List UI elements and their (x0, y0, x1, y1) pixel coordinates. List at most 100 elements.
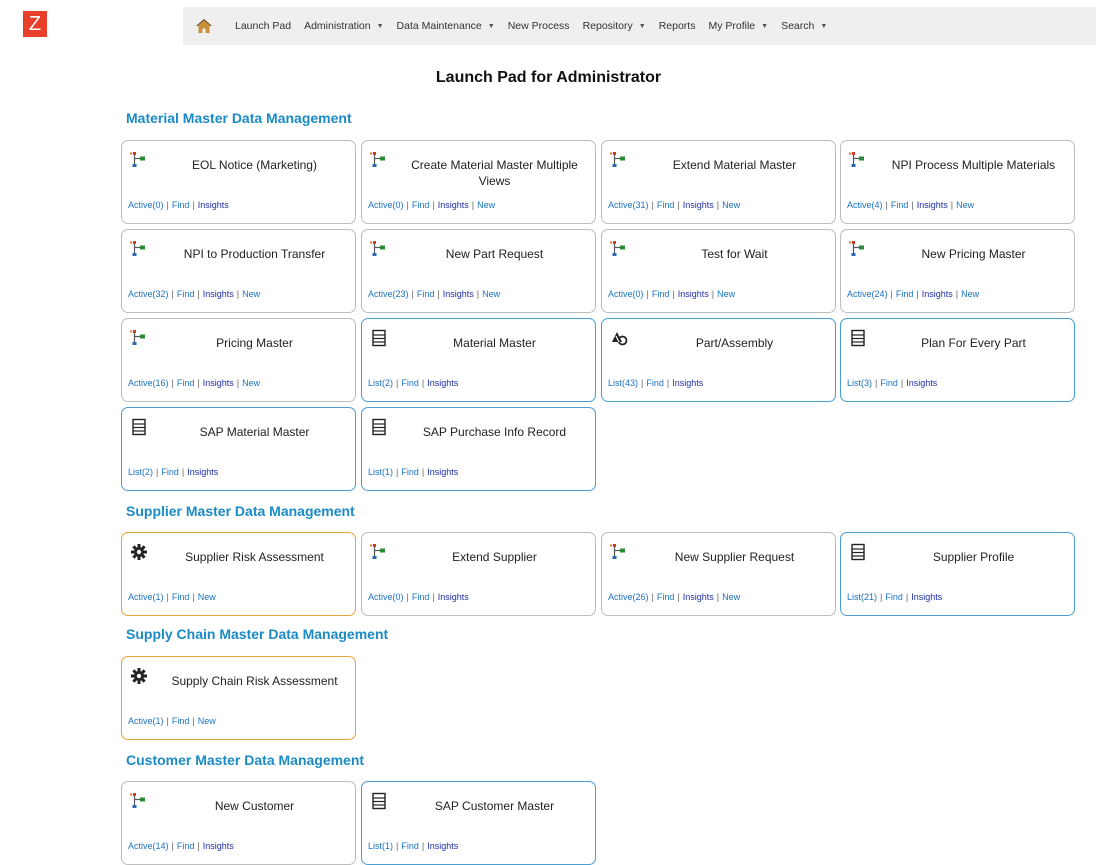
link-new[interactable]: New (482, 289, 500, 299)
card-test-for-wait[interactable]: Test for Wait Active(0) | Find | Insights | New (601, 229, 836, 313)
card-supply-chain-risk-assessment[interactable]: Supply Chain Risk Assessment Active(1) | Fi… (121, 656, 356, 740)
nav-data-maintenance[interactable]: Data Maintenance ▼ (397, 20, 495, 32)
card-extend-supplier[interactable]: Extend Supplier Active(0) | Find | Insights (361, 532, 596, 616)
link-new[interactable]: New (722, 592, 740, 602)
link-insights[interactable]: Insights (672, 378, 703, 388)
nav-launch-pad[interactable]: Launch Pad (235, 20, 291, 32)
link-insights[interactable]: Insights (427, 841, 458, 851)
home-icon[interactable] (195, 17, 213, 35)
link-find[interactable]: Find (885, 592, 903, 602)
link-new[interactable]: New (722, 200, 740, 210)
link-new[interactable]: New (477, 200, 495, 210)
card-npi-process-multiple-materials[interactable]: NPI Process Multiple Materials Active(4) |… (840, 140, 1075, 224)
link-find[interactable]: Find (177, 841, 195, 851)
link-insights[interactable]: Insights (443, 289, 474, 299)
link-insights[interactable]: Insights (203, 841, 234, 851)
link-new[interactable]: New (198, 592, 216, 602)
link-find[interactable]: Find (657, 592, 675, 602)
link-insights[interactable]: Insights (911, 592, 942, 602)
card-pricing-master[interactable]: Pricing Master Active(16) | Find | Insights | N… (121, 318, 356, 402)
card-new-part-request[interactable]: New Part Request Active(23) | Find | Insights… (361, 229, 596, 313)
link-active[interactable]: Active(4) (847, 200, 883, 210)
link-active[interactable]: Active(31) (608, 200, 649, 210)
link-find[interactable]: Find (177, 378, 195, 388)
link-insights[interactable]: Insights (427, 467, 458, 477)
link-find[interactable]: Find (646, 378, 664, 388)
app-logo[interactable]: Z (23, 11, 47, 37)
link-insights[interactable]: Insights (438, 592, 469, 602)
link-insights[interactable]: Insights (678, 289, 709, 299)
card-eol-notice-marketing[interactable]: EOL Notice (Marketing) Active(0) | Find | Ins… (121, 140, 356, 224)
card-new-customer[interactable]: New Customer Active(14) | Find | Insights (121, 781, 356, 865)
link-list[interactable]: List(2) (128, 467, 153, 477)
link-find[interactable]: Find (652, 289, 670, 299)
card-material-master[interactable]: Material Master List(2) | Find | Insights (361, 318, 596, 402)
card-supplier-risk-assessment[interactable]: Supplier Risk Assessment Active(1) | Find | N… (121, 532, 356, 616)
link-active[interactable]: Active(0) (608, 289, 644, 299)
link-insights[interactable]: Insights (906, 378, 937, 388)
link-insights[interactable]: Insights (203, 378, 234, 388)
link-active[interactable]: Active(0) (128, 200, 164, 210)
link-insights[interactable]: Insights (683, 592, 714, 602)
link-active[interactable]: Active(1) (128, 716, 164, 726)
card-create-material-master-multiple-views[interactable]: Create Material Master Multiple Views Act… (361, 140, 596, 224)
link-list[interactable]: List(3) (847, 378, 872, 388)
link-find[interactable]: Find (177, 289, 195, 299)
link-new[interactable]: New (961, 289, 979, 299)
link-list[interactable]: List(43) (608, 378, 638, 388)
link-insights[interactable]: Insights (438, 200, 469, 210)
nav-my-profile[interactable]: My Profile ▼ (708, 20, 768, 32)
link-find[interactable]: Find (412, 592, 430, 602)
link-active[interactable]: Active(1) (128, 592, 164, 602)
link-find[interactable]: Find (880, 378, 898, 388)
nav-new-process[interactable]: New Process (508, 20, 570, 32)
link-new[interactable]: New (242, 289, 260, 299)
card-new-supplier-request[interactable]: New Supplier Request Active(26) | Find | Insi… (601, 532, 836, 616)
link-active[interactable]: Active(14) (128, 841, 169, 851)
card-extend-material-master[interactable]: Extend Material Master Active(31) | Find | In… (601, 140, 836, 224)
link-find[interactable]: Find (657, 200, 675, 210)
card-supplier-profile[interactable]: Supplier Profile List(21) | Find | Insights (840, 532, 1075, 616)
link-insights[interactable]: Insights (187, 467, 218, 477)
link-insights[interactable]: Insights (427, 378, 458, 388)
link-list[interactable]: List(1) (368, 467, 393, 477)
nav-repository[interactable]: Repository ▼ (583, 20, 646, 32)
link-find[interactable]: Find (401, 841, 419, 851)
link-find[interactable]: Find (172, 592, 190, 602)
link-list[interactable]: List(2) (368, 378, 393, 388)
link-insights[interactable]: Insights (198, 200, 229, 210)
link-active[interactable]: Active(23) (368, 289, 409, 299)
link-new[interactable]: New (242, 378, 260, 388)
link-new[interactable]: New (717, 289, 735, 299)
link-insights[interactable]: Insights (922, 289, 953, 299)
link-insights[interactable]: Insights (917, 200, 948, 210)
link-new[interactable]: New (198, 716, 216, 726)
link-find[interactable]: Find (161, 467, 179, 477)
card-sap-customer-master[interactable]: SAP Customer Master List(1) | Find | Insights (361, 781, 596, 865)
link-active[interactable]: Active(0) (368, 592, 404, 602)
card-plan-for-every-part[interactable]: Plan For Every Part List(3) | Find | Insights (840, 318, 1075, 402)
link-active[interactable]: Active(26) (608, 592, 649, 602)
link-find[interactable]: Find (891, 200, 909, 210)
link-find[interactable]: Find (417, 289, 435, 299)
card-new-pricing-master[interactable]: New Pricing Master Active(24) | Find | Insigh… (840, 229, 1075, 313)
card-sap-purchase-info-record[interactable]: SAP Purchase Info Record List(1) | Find | Ins… (361, 407, 596, 491)
link-find[interactable]: Find (401, 467, 419, 477)
card-sap-material-master[interactable]: SAP Material Master List(2) | Find | Insights (121, 407, 356, 491)
link-insights[interactable]: Insights (203, 289, 234, 299)
nav-administration[interactable]: Administration ▼ (304, 20, 383, 32)
card-npi-to-production-transfer[interactable]: NPI to Production Transfer Active(32) | Fin… (121, 229, 356, 313)
link-find[interactable]: Find (412, 200, 430, 210)
link-find[interactable]: Find (401, 378, 419, 388)
link-active[interactable]: Active(0) (368, 200, 404, 210)
nav-search[interactable]: Search ▼ (781, 20, 827, 32)
link-find[interactable]: Find (172, 200, 190, 210)
link-find[interactable]: Find (172, 716, 190, 726)
link-active[interactable]: Active(16) (128, 378, 169, 388)
link-insights[interactable]: Insights (683, 200, 714, 210)
link-active[interactable]: Active(32) (128, 289, 169, 299)
link-list[interactable]: List(1) (368, 841, 393, 851)
link-find[interactable]: Find (896, 289, 914, 299)
link-new[interactable]: New (956, 200, 974, 210)
card-part-assembly[interactable]: Part/Assembly List(43) | Find | Insights (601, 318, 836, 402)
